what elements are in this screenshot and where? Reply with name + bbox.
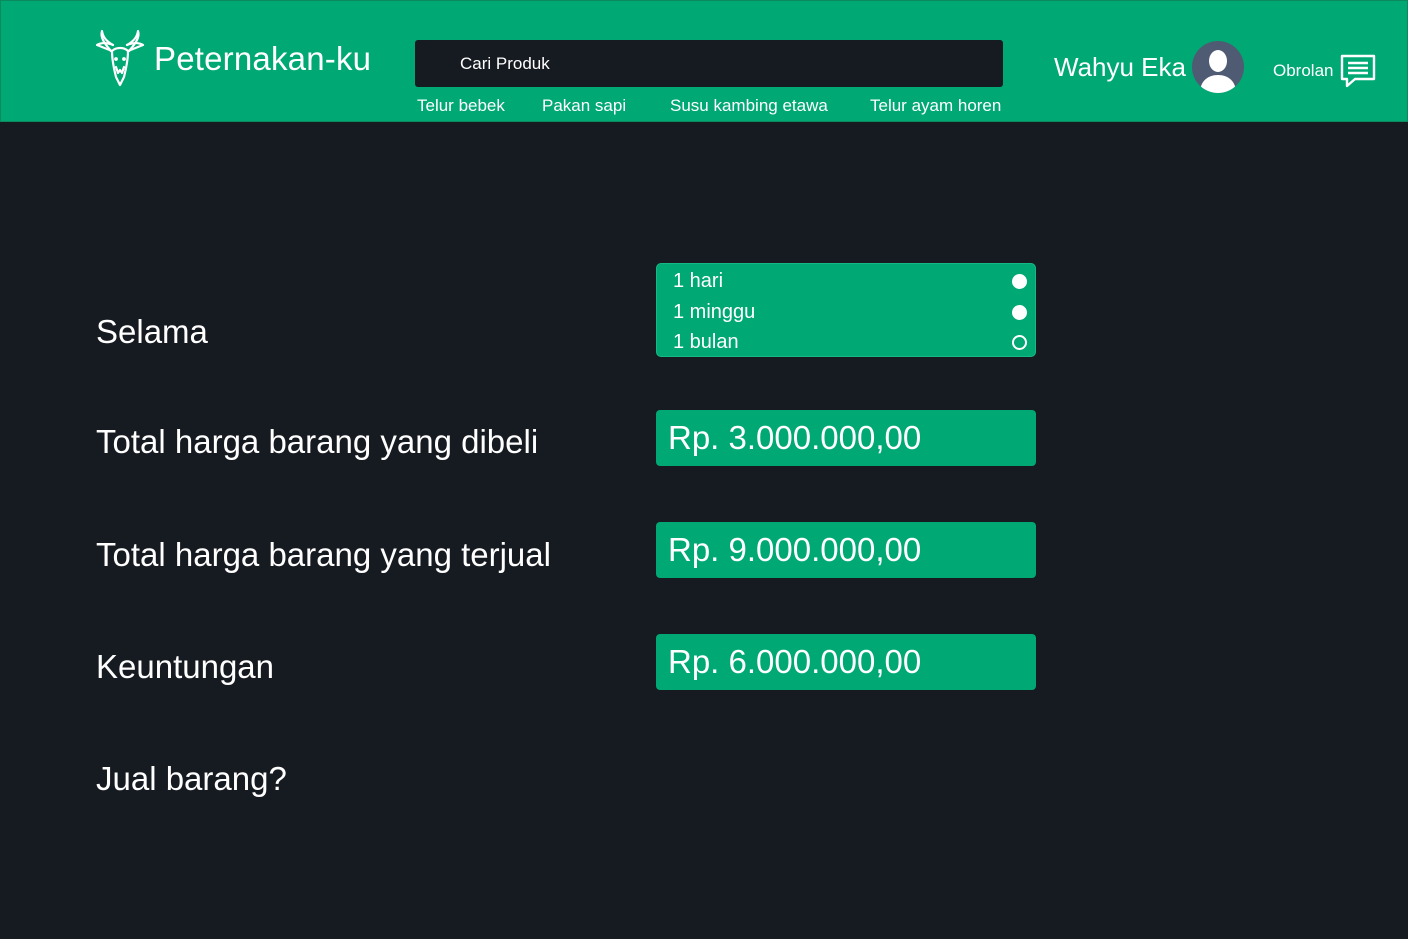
sold-total-label: Total harga barang yang terjual — [96, 536, 551, 573]
period-option-1-bulan[interactable]: 1 bulan — [673, 327, 1027, 357]
period-option-label: 1 minggu — [673, 300, 756, 323]
chat-label: Obrolan — [1273, 61, 1334, 80]
user-avatar-icon[interactable] — [1191, 41, 1244, 93]
user-profile[interactable]: Wahyu Eka — [1054, 41, 1244, 93]
profit-label: Keuntungan — [96, 648, 275, 685]
radio-filled-icon[interactable] — [1012, 304, 1027, 320]
bought-total-label: Total harga barang yang dibeli — [96, 423, 539, 460]
sold-total-value: Rp. 9.000.000,00 — [656, 522, 1036, 578]
app-name: Peternakan-ku — [154, 40, 372, 77]
top-header: Peternakan-ku Telur bebek Pakan sapi Sus… — [0, 0, 1408, 122]
search-bar[interactable] — [415, 40, 1003, 87]
chat-icon — [1341, 54, 1376, 88]
search-input[interactable] — [415, 40, 1003, 87]
category-link-telur-bebek[interactable]: Telur bebek — [417, 96, 505, 116]
period-option-1-minggu[interactable]: 1 minggu — [673, 297, 1027, 327]
category-link-telur-ayam-horen[interactable]: Telur ayam horen — [870, 96, 1001, 116]
radio-filled-icon[interactable] — [1012, 273, 1027, 289]
bought-total-value: Rp. 3.000.000,00 — [656, 410, 1036, 466]
goat-icon — [95, 29, 145, 87]
period-option-1-hari[interactable]: 1 hari — [673, 266, 1027, 296]
period-option-label: 1 hari — [673, 269, 724, 292]
sell-items-link[interactable]: Jual barang? — [96, 760, 287, 798]
profit-value: Rp. 6.000.000,00 — [656, 634, 1036, 690]
period-radio-group: 1 hari 1 minggu 1 bulan — [656, 263, 1036, 357]
period-label: Selama — [96, 313, 208, 350]
category-link-susu-kambing-etawa[interactable]: Susu kambing etawa — [670, 96, 828, 116]
period-option-label: 1 bulan — [673, 330, 739, 353]
app-logo[interactable]: Peternakan-ku — [94, 29, 371, 89]
user-name: Wahyu Eka — [1054, 51, 1186, 82]
chat-button[interactable]: Obrolan — [1273, 53, 1377, 89]
radio-empty-icon[interactable] — [1012, 334, 1027, 350]
category-link-pakan-sapi[interactable]: Pakan sapi — [542, 96, 626, 116]
